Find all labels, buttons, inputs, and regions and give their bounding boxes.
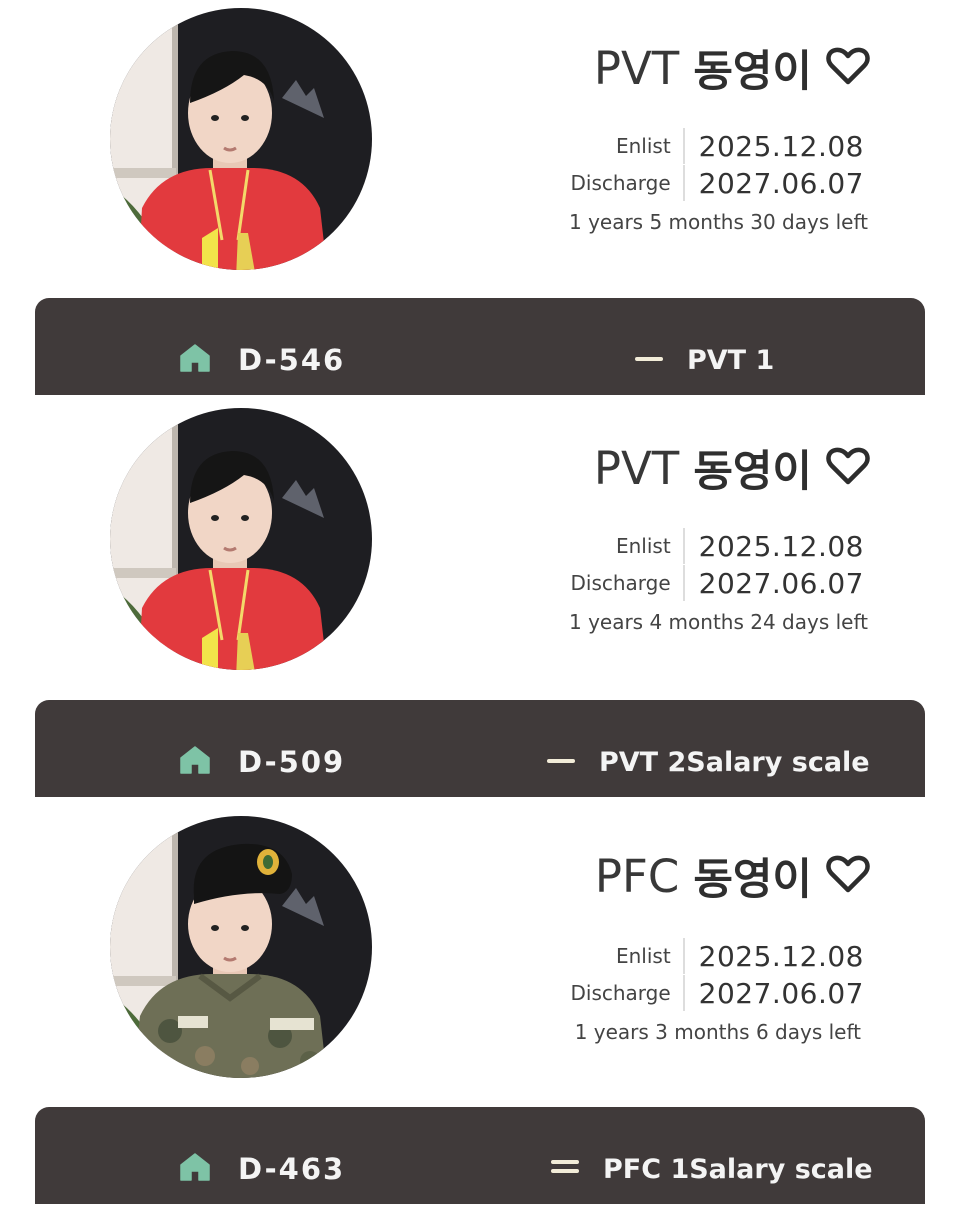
home-icon bbox=[180, 343, 210, 377]
nickname: 동영이 bbox=[693, 855, 812, 905]
status-bar: D-546 PVT 1 bbox=[35, 298, 925, 395]
discharge-label: Discharge bbox=[570, 565, 685, 601]
dday-counter: D-546 bbox=[238, 343, 346, 377]
one-stripe-icon bbox=[547, 753, 575, 771]
time-left-text: 1 years 3 months 6 days left bbox=[574, 1020, 861, 1044]
rank-label: PFC bbox=[594, 849, 680, 903]
soldier-card-3: PFC 동영이 Enlist 2025.12.08 Discharge 2027… bbox=[0, 808, 960, 1208]
soldier-card-2: PVT 동영이 Enlist 2025.12.08 Discharge 2027… bbox=[0, 400, 960, 800]
heart-outline-icon[interactable] bbox=[826, 46, 870, 91]
discharge-row: Discharge 2027.06.07 bbox=[570, 165, 864, 201]
discharge-date: 2027.06.07 bbox=[698, 166, 864, 200]
discharge-label: Discharge bbox=[570, 975, 685, 1011]
profile-avatar[interactable] bbox=[110, 408, 372, 670]
rank-detail: PFC 1Salary scale bbox=[603, 1153, 873, 1185]
rank-label: PVT bbox=[593, 41, 680, 95]
rank-detail: PVT 1 bbox=[687, 344, 775, 376]
status-bar: D-509 PVT 2Salary scale bbox=[35, 700, 925, 797]
enlist-label: Enlist bbox=[616, 528, 685, 564]
home-icon bbox=[180, 1152, 210, 1186]
time-left-text: 1 years 4 months 24 days left bbox=[568, 610, 868, 634]
rank-group: PFC 1Salary scale bbox=[551, 1149, 873, 1189]
rank-label: PVT bbox=[593, 441, 680, 495]
rank-group: PVT 2Salary scale bbox=[547, 742, 870, 782]
heart-outline-icon[interactable] bbox=[826, 446, 870, 491]
rank-detail: PVT 2Salary scale bbox=[599, 746, 870, 778]
enlist-label: Enlist bbox=[616, 938, 685, 974]
dday-counter: D-463 bbox=[238, 1152, 346, 1186]
name-row: PVT 동영이 bbox=[594, 438, 870, 498]
enlist-row: Enlist 2025.12.08 bbox=[616, 528, 864, 564]
enlist-date: 2025.12.08 bbox=[698, 529, 864, 563]
home-icon bbox=[180, 745, 210, 779]
rank-group: PVT 1 bbox=[635, 340, 774, 380]
enlist-date: 2025.12.08 bbox=[698, 939, 864, 973]
discharge-date: 2027.06.07 bbox=[698, 566, 864, 600]
heart-outline-icon[interactable] bbox=[826, 854, 870, 899]
enlist-label: Enlist bbox=[616, 128, 685, 164]
nickname: 동영이 bbox=[693, 447, 812, 497]
enlist-date: 2025.12.08 bbox=[698, 129, 864, 163]
discharge-label: Discharge bbox=[570, 165, 685, 201]
discharge-row: Discharge 2027.06.07 bbox=[570, 975, 864, 1011]
profile-avatar[interactable] bbox=[110, 8, 372, 270]
soldier-card-1: PVT 동영이 Enlist 2025.12.08 Discharge 2027… bbox=[0, 0, 960, 400]
one-stripe-icon bbox=[635, 351, 663, 369]
dday-group: D-546 bbox=[180, 340, 345, 380]
time-left-text: 1 years 5 months 30 days left bbox=[568, 210, 868, 234]
two-stripe-icon bbox=[551, 1158, 579, 1181]
enlist-row: Enlist 2025.12.08 bbox=[616, 128, 864, 164]
profile-avatar[interactable] bbox=[110, 816, 372, 1078]
name-row: PVT 동영이 bbox=[594, 38, 870, 98]
status-bar: D-463 PFC 1Salary scale bbox=[35, 1107, 925, 1204]
dday-group: D-509 bbox=[180, 742, 345, 782]
nickname: 동영이 bbox=[693, 47, 812, 97]
dday-counter: D-509 bbox=[238, 745, 346, 779]
discharge-row: Discharge 2027.06.07 bbox=[570, 565, 864, 601]
dday-group: D-463 bbox=[180, 1149, 345, 1189]
discharge-date: 2027.06.07 bbox=[698, 976, 864, 1010]
name-row: PFC 동영이 bbox=[595, 846, 870, 906]
enlist-row: Enlist 2025.12.08 bbox=[616, 938, 864, 974]
